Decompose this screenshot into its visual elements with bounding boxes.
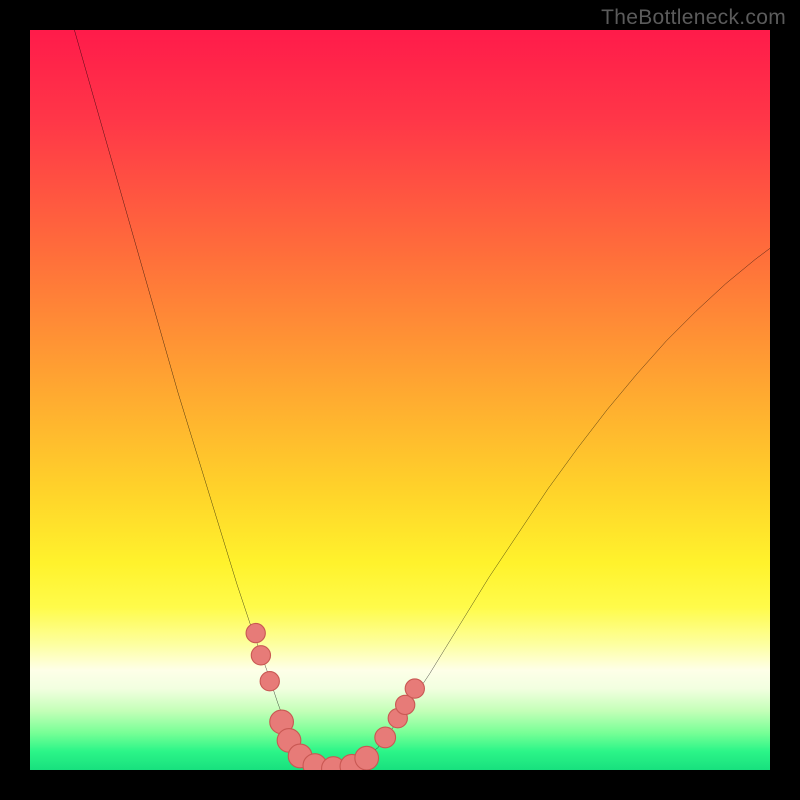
- curve-marker: [375, 727, 396, 748]
- curve-layer: [30, 30, 770, 770]
- curve-marker: [405, 679, 424, 698]
- curve-marker: [355, 746, 379, 770]
- chart-frame: TheBottleneck.com: [0, 0, 800, 800]
- watermark-text: TheBottleneck.com: [601, 6, 786, 30]
- bottleneck-curve: [74, 30, 770, 770]
- curve-markers: [246, 623, 424, 770]
- plot-area: [30, 30, 770, 770]
- curve-marker: [260, 672, 279, 691]
- curve-marker: [246, 623, 265, 642]
- curve-marker: [251, 646, 270, 665]
